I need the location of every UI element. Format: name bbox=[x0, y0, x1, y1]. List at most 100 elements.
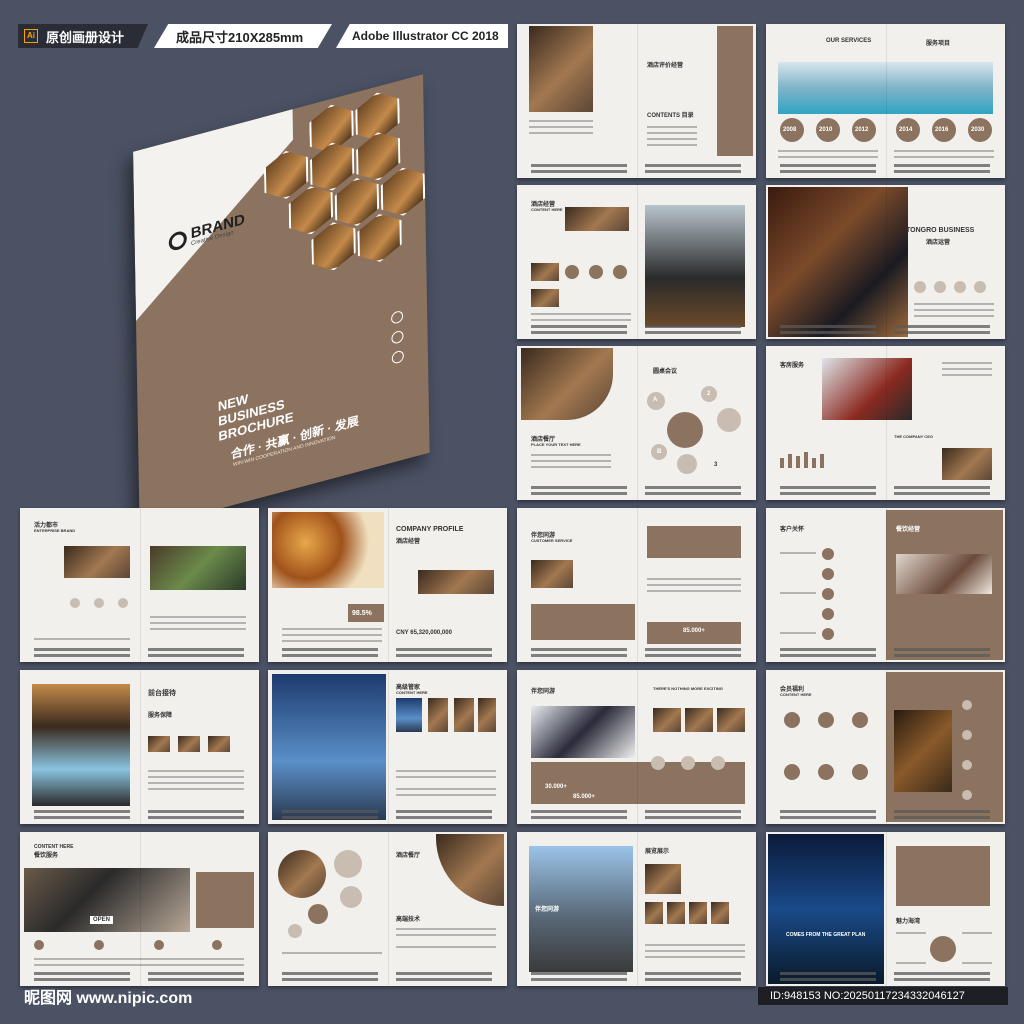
spread-subtitle: ENTERPRISE BRAND bbox=[34, 528, 76, 533]
text-line bbox=[780, 492, 876, 495]
text-line bbox=[780, 648, 876, 651]
spread-subtitle: 餐饮服务 bbox=[34, 853, 59, 859]
phone-icon bbox=[391, 329, 404, 345]
brochure-cover: BRAND Creative Design NEW BUSINESS BROCH… bbox=[132, 9, 449, 531]
node-label: 3 bbox=[714, 462, 718, 468]
text-line bbox=[282, 648, 378, 651]
stat-value: 85.000+ bbox=[683, 628, 705, 634]
brochure-spread: 客户关怀 餐饮经营 bbox=[766, 508, 1005, 662]
text-line bbox=[780, 486, 876, 489]
spread-subtitle: CONTENTS 目录 bbox=[647, 113, 694, 119]
brochure-spread: 酒店餐厅 PLACE YOUR TEXT HERE 圆桌会议 A 2 B 3 bbox=[517, 346, 756, 500]
text-line bbox=[780, 164, 876, 167]
text-line bbox=[531, 978, 627, 981]
stat-value: 30.000+ bbox=[545, 784, 567, 790]
text-line bbox=[531, 170, 627, 173]
text-line bbox=[780, 170, 876, 173]
year-label: 2008 bbox=[783, 127, 797, 133]
circle-photo bbox=[278, 850, 326, 898]
spread-subtitle: CONTENT HERE bbox=[396, 690, 428, 695]
text-line bbox=[645, 978, 741, 981]
photo-grid bbox=[32, 684, 130, 806]
villa-photo bbox=[645, 205, 745, 327]
text-line bbox=[396, 648, 492, 651]
text-line bbox=[148, 648, 244, 651]
header-tag-design: Ai 原创画册设计 bbox=[18, 24, 148, 48]
text-line bbox=[894, 170, 990, 173]
brochure-spread: COMES FROM THE GREAT PLAN 魅力海湾 bbox=[766, 832, 1005, 986]
text-line bbox=[780, 325, 876, 328]
text-line bbox=[894, 325, 990, 328]
text-line bbox=[531, 648, 627, 651]
spread-title: 前台接待 bbox=[148, 690, 176, 697]
stat-value: 85.000+ bbox=[573, 794, 595, 800]
spread-title: COMPANY PROFILE bbox=[396, 526, 464, 533]
spread-title: 客户关怀 bbox=[780, 527, 805, 533]
text-line bbox=[34, 648, 130, 651]
text-line bbox=[531, 486, 627, 489]
text-line bbox=[34, 816, 130, 819]
site-watermark: 昵图网 www.nipic.com bbox=[24, 990, 193, 1007]
text-line bbox=[894, 654, 990, 657]
text-line bbox=[645, 972, 741, 975]
text-line bbox=[780, 331, 876, 334]
business-photo bbox=[531, 706, 635, 758]
spread-subtitle: THE COMPANY CEO bbox=[894, 434, 933, 439]
spread-overlay-title: COMES FROM THE GREAT PLAN bbox=[786, 932, 866, 938]
brochure-spread: 酒店评价经营 CONTENTS 目录 bbox=[517, 24, 756, 178]
year-label: 2016 bbox=[935, 127, 949, 133]
year-label: 2014 bbox=[899, 127, 913, 133]
spread-subtitle: THERE'S NOTHING MORE EXCITING bbox=[653, 686, 723, 691]
brochure-spread: 客房服务 THE COMPANY CEO bbox=[766, 346, 1005, 500]
text-line bbox=[34, 978, 130, 981]
spread-title: OUR SERVICES bbox=[826, 38, 872, 44]
lobby-photo bbox=[521, 348, 613, 420]
garden-photo bbox=[150, 546, 246, 590]
reception-photo bbox=[822, 358, 912, 420]
text-line bbox=[531, 810, 627, 813]
brochure-spread: 伴您同游 展览展示 bbox=[517, 832, 756, 986]
spread-title: 酒店餐厅 bbox=[396, 853, 421, 859]
dining-photo bbox=[896, 554, 992, 594]
text-line bbox=[34, 654, 130, 657]
text-line bbox=[396, 654, 492, 657]
brochure-spread: 酒店经营 CONTENT HERE bbox=[517, 185, 756, 339]
brochure-spread: TONGRO BUSINESS 酒店运营 bbox=[766, 185, 1005, 339]
year-label: 2030 bbox=[971, 127, 985, 133]
text-line bbox=[396, 978, 492, 981]
cover-page: BRAND Creative Design NEW BUSINESS BROCH… bbox=[133, 74, 430, 531]
text-line bbox=[148, 816, 244, 819]
text-line bbox=[531, 654, 627, 657]
text-line bbox=[396, 810, 492, 813]
brochure-spread: 伴您同游 THERE'S NOTHING MORE EXCITING 30.00… bbox=[517, 670, 756, 824]
spread-subtitle: 高端技术 bbox=[396, 917, 421, 923]
text-line bbox=[531, 816, 627, 819]
skyscraper-photo bbox=[272, 674, 386, 820]
spread-heading: 圆桌会议 bbox=[653, 369, 678, 375]
building-photo bbox=[565, 207, 629, 231]
image-id: ID:948153 NO:20250117234332046127 bbox=[758, 987, 1008, 1005]
text-line bbox=[531, 331, 627, 334]
restaurant-photo bbox=[64, 546, 130, 578]
text-line bbox=[282, 978, 378, 981]
text-line bbox=[645, 648, 741, 651]
spread-subtitle: 服务项目 bbox=[926, 41, 951, 47]
room-photo bbox=[894, 710, 952, 792]
text-line bbox=[531, 164, 627, 167]
illustrator-icon: Ai bbox=[24, 29, 38, 43]
spread-title: 酒店评价经营 bbox=[647, 63, 684, 69]
spread-overlay-title: 伴您同游 bbox=[535, 907, 560, 913]
text-line bbox=[148, 654, 244, 657]
food-photo bbox=[272, 512, 384, 588]
spread-subtitle: PLACE YOUR TEXT HERE bbox=[531, 442, 581, 447]
spread-title: 伴您同游 bbox=[531, 689, 556, 695]
text-line bbox=[780, 978, 876, 981]
text-line bbox=[396, 972, 492, 975]
text-line bbox=[894, 810, 990, 813]
text-line bbox=[531, 492, 627, 495]
night-tower-photo bbox=[768, 834, 884, 984]
text-line bbox=[894, 492, 990, 495]
text-line bbox=[282, 810, 378, 813]
brochure-spread: COMPANY PROFILE 酒店经营 98.5% CNY 65,320,00… bbox=[268, 508, 507, 662]
text-line bbox=[282, 972, 378, 975]
